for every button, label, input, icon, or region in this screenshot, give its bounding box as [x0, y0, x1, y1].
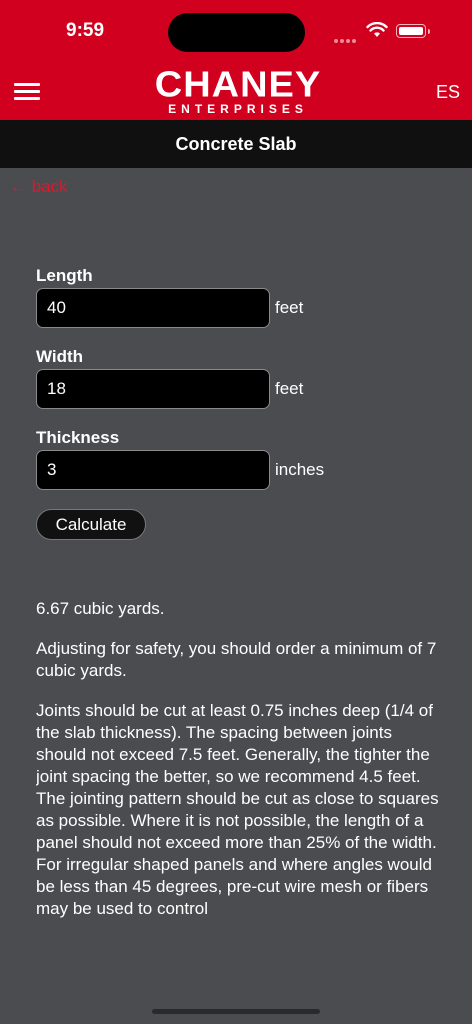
- battery-icon: [396, 24, 430, 38]
- length-input[interactable]: [36, 288, 270, 328]
- joint-notes: Joints should be cut at least 0.75 inche…: [36, 701, 439, 918]
- length-unit: feet: [275, 298, 304, 317]
- cellular-signal-icon: [334, 30, 360, 43]
- wifi-icon: [366, 21, 388, 43]
- calculate-button[interactable]: Calculate: [36, 509, 146, 540]
- width-unit: feet: [275, 379, 304, 398]
- back-link[interactable]: ← back: [10, 177, 68, 197]
- joint-notes-container: Joints should be cut at least 0.75 inche…: [36, 700, 440, 926]
- company-logo: CHANEY ENTERPRISES: [140, 64, 336, 118]
- app-header: CHANEY ENTERPRISES ES: [0, 60, 472, 120]
- length-label: Length: [36, 266, 93, 285]
- dynamic-island: [168, 13, 305, 52]
- hamburger-menu-icon[interactable]: [14, 83, 40, 101]
- order-recommendation: Adjusting for safety, you should order a…: [36, 639, 437, 680]
- page-title: Concrete Slab: [0, 120, 472, 168]
- thickness-input[interactable]: [36, 450, 270, 490]
- status-bar: 9:59: [0, 0, 472, 60]
- width-label: Width: [36, 347, 84, 366]
- home-indicator[interactable]: [152, 1009, 320, 1014]
- logo-main-text: CHANEY: [154, 65, 322, 105]
- thickness-unit: inches: [275, 460, 325, 479]
- language-toggle[interactable]: ES: [436, 82, 460, 103]
- logo-sub-text: ENTERPRISES: [168, 102, 308, 116]
- width-input[interactable]: [36, 369, 270, 409]
- status-time: 9:59: [66, 20, 105, 41]
- volume-result: 6.67 cubic yards.: [36, 599, 165, 618]
- thickness-label: Thickness: [36, 428, 120, 447]
